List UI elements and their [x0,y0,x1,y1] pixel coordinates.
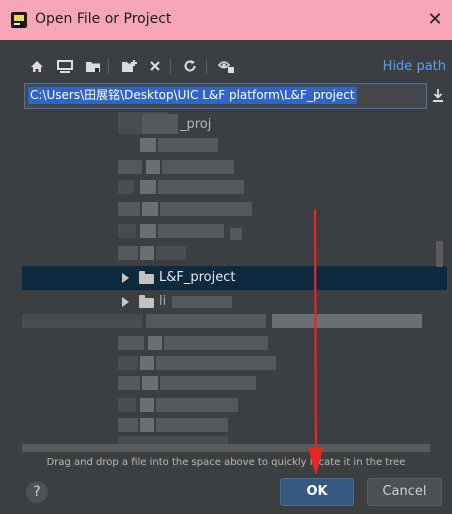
redacted-block [118,202,140,216]
help-button[interactable]: ? [26,481,48,503]
close-button[interactable]: ✕ [420,5,450,35]
tree-item-label: L&F_project [159,270,236,285]
redacted-block [156,418,228,432]
redacted-block [118,246,138,260]
intellij-app-icon [11,12,27,28]
hide-path-link[interactable]: Hide path [383,59,446,74]
redacted-block [118,418,138,432]
drag-drop-hint: Drag and drop a file into the space abov… [46,457,406,468]
tree-row-selected[interactable]: L&F_project [22,266,447,290]
folder-icon [139,295,154,308]
redacted-block [172,296,232,308]
redacted-block [148,336,162,350]
redacted-block [140,418,154,432]
redacted-block [140,398,154,412]
redacted-block [140,180,156,194]
title-bar: Open File or Project ✕ [0,0,452,40]
redacted-block [158,138,218,152]
tree-row[interactable]: li [22,290,447,314]
vertical-scrollbar[interactable] [436,241,443,267]
refresh-icon[interactable] [178,52,202,80]
project-folder-icon[interactable] [81,52,105,80]
redacted-block [22,314,142,328]
toolbar-separator [170,58,171,74]
redacted-block [118,398,136,412]
redacted-block [230,228,242,240]
redacted-block [140,356,154,370]
redacted-block [160,376,256,390]
toolbar-separator [206,58,207,74]
redacted-block [156,398,238,412]
show-hidden-files-icon[interactable] [214,52,238,80]
redacted-block [272,314,422,328]
tree-item-label: li [159,294,167,309]
redacted-block [140,138,156,152]
expand-arrow-icon[interactable] [122,297,129,307]
toolbar: Hide path [0,52,452,80]
redacted-block [140,246,154,260]
redacted-block [160,202,252,216]
file-tree[interactable]: _proj L&F_project li [22,112,447,455]
desktop-icon[interactable] [53,52,77,80]
redacted-block [164,336,268,350]
redacted-block [142,114,178,134]
redacted-block [118,336,144,350]
redacted-block [158,180,244,194]
redacted-block [118,180,134,194]
path-input[interactable] [25,84,426,108]
cancel-button[interactable]: Cancel [367,478,442,506]
toolbar-separator [108,58,109,74]
redacted-block [158,224,224,238]
redacted-block [142,202,158,216]
redacted-block [118,224,136,238]
redacted-block [162,160,234,174]
home-icon[interactable] [25,52,49,80]
redacted-block [118,376,140,390]
redacted-block [146,314,266,328]
tree-label-fragment: _proj [180,117,212,132]
path-field-container: C:\Users\田展铭\Desktop\UIC L&F platform\L&… [24,83,427,109]
redacted-block [142,376,158,390]
download-icon[interactable] [431,87,447,107]
dialog-title: Open File or Project [35,11,172,27]
ok-button[interactable]: OK [280,478,354,506]
folder-icon [139,271,154,284]
expand-arrow-icon[interactable] [122,273,129,283]
redacted-block [118,356,138,370]
delete-icon[interactable] [143,52,167,80]
horizontal-scrollbar[interactable] [22,444,430,452]
redacted-block [156,356,276,370]
redacted-block [118,160,142,174]
open-file-dialog: Open File or Project ✕ Hide path C:\User… [0,0,452,514]
redacted-block [140,224,156,238]
redacted-block [146,160,160,174]
new-folder-icon[interactable] [117,52,141,80]
redacted-block [156,246,186,260]
